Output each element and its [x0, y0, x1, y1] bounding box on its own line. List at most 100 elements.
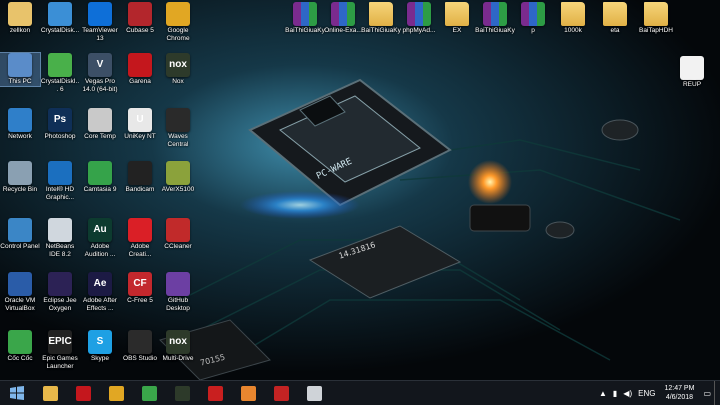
- desktop-icon-intel-graphics[interactable]: Intel® HD Graphic...: [40, 161, 80, 201]
- desktop-icon-computer[interactable]: This PC: [0, 52, 41, 87]
- desktop-icon-label: Online-Exa...: [324, 27, 362, 34]
- desktop-icon-recycle-bin[interactable]: Recycle Bin: [0, 161, 40, 194]
- desktop-icon-teamviewer[interactable]: TeamViewer 13: [80, 2, 120, 42]
- audition-icon: Au: [88, 218, 112, 242]
- desktop-icon-core-temp[interactable]: Core Temp: [80, 108, 120, 141]
- acrobat-icon: [207, 385, 223, 401]
- desktop-icon-label: 1000k: [564, 27, 582, 34]
- desktop-icon-github[interactable]: GitHub Desktop: [158, 272, 198, 312]
- desktop-icon-photoshop[interactable]: Ps Photoshop: [40, 108, 80, 141]
- nox-icon: nox: [166, 53, 190, 77]
- taskbar: ▲ ▮ ◀) ENG 12:47 PM 4/6/2018 ▭: [0, 380, 720, 405]
- desktop-icon-label: Photoshop: [44, 133, 76, 140]
- desktop-icon-audition[interactable]: Au Adobe Audition ...: [80, 218, 120, 258]
- media-player-icon: [240, 385, 256, 401]
- desktop-icon-rar-archive[interactable]: BaiThiGiuaKy: [285, 2, 325, 35]
- desktop-icon-rar-archive[interactable]: phpMyAd...: [399, 2, 439, 35]
- desktop-icon-label: CrystalDisk...: [40, 27, 80, 34]
- desktop-icon-label: zellkon: [9, 27, 31, 34]
- desktop-icon-aver[interactable]: AVerX5100: [158, 161, 198, 194]
- desktop-icon-unikey[interactable]: U UniKey NT: [120, 108, 160, 141]
- desktop-icon-crystaldiskinfo[interactable]: CrystalDiskI... 6: [40, 53, 80, 93]
- desktop-icon-epic-games[interactable]: EPIC Epic Games Launcher: [40, 330, 80, 370]
- desktop-icon-label: Network: [8, 133, 32, 140]
- desktop-icon-eclipse[interactable]: Eclipse Jee Oxygen: [40, 272, 80, 312]
- user-folder-icon: [8, 2, 32, 26]
- taskbar-app-coccoc[interactable]: [136, 382, 162, 404]
- desktop-icon-label: Bandicam: [125, 186, 155, 193]
- taskbar-app-acrobat[interactable]: [202, 382, 228, 404]
- desktop-icon-network[interactable]: Network: [0, 108, 40, 141]
- camtasia-icon: [273, 385, 289, 401]
- desktop-icon-label: UniKey NT: [124, 133, 156, 140]
- taskbar-app-file-explorer[interactable]: [37, 382, 63, 404]
- desktop-icon-chrome[interactable]: Google Chrome: [158, 2, 198, 42]
- nox-icon: [174, 385, 190, 401]
- folder-icon: [644, 2, 668, 26]
- creative-cloud-icon: [128, 218, 152, 242]
- show-desktop-button[interactable]: [714, 381, 720, 405]
- rar-archive-icon: [331, 2, 355, 26]
- taskbar-app-camtasia[interactable]: [268, 382, 294, 404]
- desktop-icon-label: eta: [610, 27, 620, 34]
- desktop-icon-nox[interactable]: nox Nox: [158, 53, 198, 86]
- desktop-icon-file[interactable]: REUP: [672, 56, 712, 89]
- desktop-icon-label: Cubase 5: [126, 27, 154, 34]
- crystaldisk-icon: [48, 2, 72, 26]
- network-icon: [8, 108, 32, 132]
- desktop-icon-folder[interactable]: eta: [595, 2, 635, 35]
- recycle-bin-icon: [8, 161, 32, 185]
- desktop-icon-rar-archive[interactable]: p: [513, 2, 553, 35]
- desktop-icon-garena[interactable]: Garena: [120, 53, 160, 86]
- desktop-icon-netbeans[interactable]: NetBeans IDE 8.2: [40, 218, 80, 258]
- desktop-icon-virtualbox[interactable]: Oracle VM VirtualBox: [0, 272, 40, 312]
- aver-icon: [166, 161, 190, 185]
- taskbar-app-nox[interactable]: [169, 382, 195, 404]
- volume-icon[interactable]: ◀): [623, 389, 632, 398]
- desktop-icon-camtasia[interactable]: Camtasia 9: [80, 161, 120, 194]
- desktop-icon-skype[interactable]: S Skype: [80, 330, 120, 363]
- desktop-icon-ccleaner[interactable]: CCleaner: [158, 218, 198, 251]
- windows-start-icon: [10, 386, 24, 400]
- desktop-icon-cfree[interactable]: CF C-Free 5: [120, 272, 160, 305]
- network-status-icon[interactable]: ▮: [613, 389, 617, 398]
- desktop-icon-label: Eclipse Jee Oxygen: [43, 297, 77, 312]
- desktop-icon-folder[interactable]: BaiTapHDH: [636, 2, 676, 35]
- desktop-icon-label: EX: [452, 27, 462, 34]
- desktop-icon-control-panel[interactable]: Control Panel: [0, 218, 40, 251]
- desktop-icon-folder[interactable]: BaiThiGiuaKy: [361, 2, 401, 35]
- crystaldiskinfo-icon: [48, 53, 72, 77]
- desktop-icon-crystaldisk[interactable]: CrystalDisk...: [40, 2, 80, 35]
- show-hidden-icons-icon[interactable]: ▲: [599, 389, 607, 398]
- vegas-icon: V: [88, 53, 112, 77]
- ccleaner-icon: [166, 218, 190, 242]
- desktop-icon-creative-cloud[interactable]: Adobe Creati...: [120, 218, 160, 258]
- taskbar-app-chrome[interactable]: [103, 382, 129, 404]
- desktop-icon-label: Garena: [129, 78, 151, 85]
- desktop-icon-bandicam[interactable]: Bandicam: [120, 161, 160, 194]
- cfree-icon: CF: [128, 272, 152, 296]
- desktop-icon-cubase[interactable]: Cubase 5: [120, 2, 160, 35]
- desktop-icon-after-effects[interactable]: Ae Adobe After Effects ...: [80, 272, 120, 312]
- desktop-icon-label: Adobe Audition ...: [84, 243, 116, 258]
- taskbar-app-garena[interactable]: [70, 382, 96, 404]
- taskbar-app-media-player[interactable]: [235, 382, 261, 404]
- start-button[interactable]: [4, 382, 30, 404]
- window-icon: [306, 385, 322, 401]
- desktop-icon-rar-archive[interactable]: BaiThiGiuaKy: [475, 2, 515, 35]
- clock[interactable]: 12:47 PM 4/6/2018: [664, 384, 694, 402]
- desktop-icon-rar-archive[interactable]: Online-Exa...: [323, 2, 363, 35]
- desktop-icon-obs[interactable]: OBS Studio: [120, 330, 160, 363]
- taskbar-app-window[interactable]: [301, 382, 327, 404]
- language-indicator[interactable]: ENG: [638, 389, 655, 398]
- desktop-icon-multi-drive[interactable]: nox Multi-Drive: [158, 330, 198, 363]
- desktop-icon-folder[interactable]: EX: [437, 2, 477, 35]
- desktop-icon-vegas[interactable]: V Vegas Pro 14.0 (64-bit): [80, 53, 120, 93]
- desktop-icon-waves[interactable]: Waves Central: [158, 108, 198, 148]
- desktop-icon-label: Camtasia 9: [83, 186, 117, 193]
- notification-icon[interactable]: ▭: [703, 389, 711, 398]
- desktop-icon-label: Control Panel: [0, 243, 40, 250]
- desktop-icon-coccoc[interactable]: Cốc Cốc: [0, 330, 40, 363]
- desktop-icon-user-folder[interactable]: zellkon: [0, 2, 40, 35]
- desktop-icon-folder[interactable]: 1000k: [553, 2, 593, 35]
